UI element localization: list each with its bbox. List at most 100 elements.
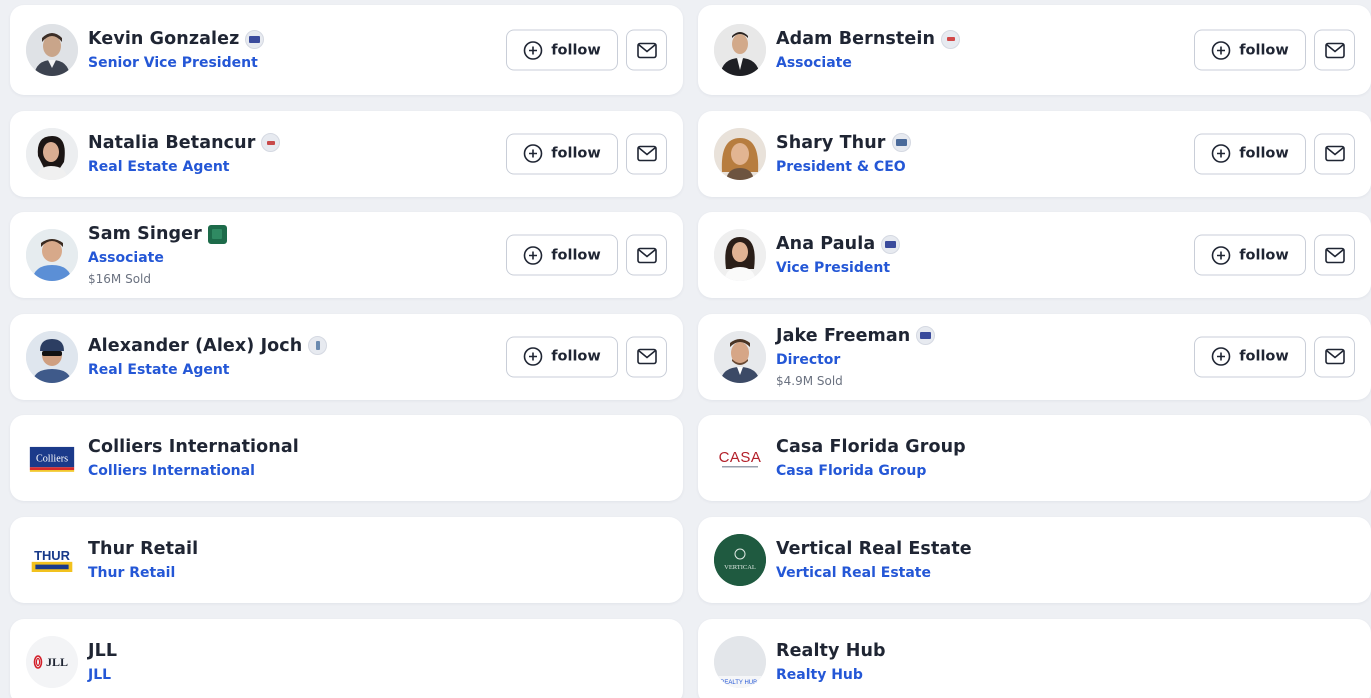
follow-button[interactable]: follow <box>506 133 618 175</box>
message-button[interactable] <box>626 133 667 175</box>
message-button[interactable] <box>626 336 667 378</box>
avatar[interactable] <box>26 127 78 180</box>
person-card[interactable]: Natalia Betancur Real Estate Agent follo… <box>10 110 683 197</box>
company-subtitle[interactable]: Vertical Real Estate <box>776 565 972 581</box>
person-card[interactable]: Alexander (Alex) Joch Real Estate Agent … <box>10 313 683 400</box>
person-title[interactable]: President & CEO <box>776 159 911 175</box>
company-subtitle[interactable]: JLL <box>88 667 117 683</box>
company-subtitle[interactable]: Realty Hub <box>776 667 886 683</box>
person-info: Kevin Gonzalez Senior Vice President <box>88 29 265 71</box>
mail-icon <box>1324 145 1345 162</box>
person-title[interactable]: Vice President <box>776 260 900 276</box>
avatar[interactable] <box>714 127 766 180</box>
avatar[interactable] <box>714 24 766 76</box>
follow-button[interactable]: follow <box>506 29 618 71</box>
card-actions: follow <box>506 29 667 71</box>
message-button[interactable] <box>1314 234 1355 276</box>
logo-text: Colliers <box>36 454 68 465</box>
person-card[interactable]: Shary Thur President & CEO follow <box>698 110 1371 197</box>
avatar[interactable] <box>26 229 78 282</box>
company-name[interactable]: Casa Florida Group <box>776 437 966 457</box>
follow-label: follow <box>1239 348 1289 365</box>
person-name[interactable]: Natalia Betancur <box>88 133 255 153</box>
jll-logo[interactable]: JLL <box>26 635 78 688</box>
brokerage-badge-icon <box>891 133 911 153</box>
person-title[interactable]: Associate <box>776 55 960 71</box>
person-card[interactable]: Jake Freeman Director $4.9M Sold follow <box>698 313 1371 400</box>
person-info: Natalia Betancur Real Estate Agent <box>88 133 281 175</box>
card-actions: follow <box>1194 234 1355 276</box>
logo-text: CASA <box>719 449 762 466</box>
person-name[interactable]: Jake Freeman <box>776 326 910 346</box>
directory-grid: Kevin Gonzalez Senior Vice President fol… <box>10 5 1371 698</box>
casa-florida-logo[interactable]: CASA <box>714 432 766 484</box>
avatar[interactable] <box>26 330 78 383</box>
company-info: JLL JLL <box>88 641 117 683</box>
message-button[interactable] <box>626 29 667 71</box>
person-title[interactable]: Associate <box>88 250 227 266</box>
avatar[interactable] <box>714 229 766 282</box>
follow-button[interactable]: follow <box>506 234 618 276</box>
person-title[interactable]: Director <box>776 352 935 368</box>
person-info: Ana Paula Vice President <box>776 234 901 276</box>
person-card[interactable]: Sam Singer Associate $16M Sold follow <box>10 212 683 299</box>
person-name[interactable]: Sam Singer <box>88 224 202 244</box>
follow-button[interactable]: follow <box>1194 133 1306 175</box>
mail-icon <box>636 348 657 365</box>
person-card[interactable]: Ana Paula Vice President follow <box>698 212 1371 299</box>
person-name[interactable]: Kevin Gonzalez <box>88 29 239 49</box>
card-actions: follow <box>506 133 667 175</box>
card-actions: follow <box>1194 133 1355 175</box>
company-name[interactable]: Realty Hub <box>776 641 886 661</box>
follow-button[interactable]: follow <box>1194 336 1306 378</box>
realty-hub-logo[interactable]: REALTY HUB <box>714 635 766 688</box>
company-card[interactable]: REALTY HUB Realty Hub Realty Hub <box>698 618 1371 698</box>
company-card[interactable]: Colliers Colliers International Colliers… <box>10 415 683 502</box>
company-card[interactable]: VERTICAL Vertical Real Estate Vertical R… <box>698 516 1371 603</box>
vertical-logo[interactable]: VERTICAL <box>714 533 766 586</box>
company-name[interactable]: Colliers International <box>88 437 299 457</box>
message-button[interactable] <box>626 234 667 276</box>
person-name[interactable]: Ana Paula <box>776 234 875 254</box>
company-card[interactable]: JLL JLL JLL <box>10 618 683 698</box>
person-card[interactable]: Adam Bernstein Associate follow <box>698 5 1371 95</box>
company-card[interactable]: THUR Thur Retail Thur Retail <box>10 516 683 603</box>
person-name[interactable]: Adam Bernstein <box>776 29 935 49</box>
follow-button[interactable]: follow <box>506 336 618 378</box>
message-button[interactable] <box>1314 133 1355 175</box>
colliers-logo[interactable]: Colliers <box>26 432 78 484</box>
brokerage-badge-icon <box>261 133 281 153</box>
person-name[interactable]: Alexander (Alex) Joch <box>88 336 302 356</box>
mail-icon <box>1324 42 1345 58</box>
company-subtitle[interactable]: Colliers International <box>88 463 299 479</box>
person-card[interactable]: Kevin Gonzalez Senior Vice President fol… <box>10 5 683 95</box>
follow-button[interactable]: follow <box>1194 29 1306 71</box>
company-name[interactable]: Vertical Real Estate <box>776 539 972 559</box>
avatar[interactable] <box>714 330 766 383</box>
avatar[interactable] <box>26 24 78 76</box>
company-card[interactable]: CASA Casa Florida Group Casa Florida Gro… <box>698 415 1371 502</box>
company-name[interactable]: Thur Retail <box>88 539 198 559</box>
person-info: Adam Bernstein Associate <box>776 29 961 71</box>
logo-text: REALTY HUB <box>720 680 757 686</box>
follow-button[interactable]: follow <box>1194 234 1306 276</box>
thur-retail-logo[interactable]: THUR <box>26 534 78 586</box>
brokerage-badge-icon <box>308 336 328 356</box>
message-button[interactable] <box>1314 336 1355 378</box>
company-subtitle[interactable]: Casa Florida Group <box>776 463 966 479</box>
person-title[interactable]: Real Estate Agent <box>88 159 280 175</box>
brokerage-badge-icon <box>881 234 901 254</box>
person-title[interactable]: Senior Vice President <box>88 55 264 71</box>
sold-volume: $4.9M Sold <box>776 373 843 388</box>
plus-circle-icon <box>1211 245 1231 265</box>
follow-label: follow <box>551 348 601 365</box>
company-info: Thur Retail Thur Retail <box>88 539 198 581</box>
person-title[interactable]: Real Estate Agent <box>88 362 327 378</box>
person-name[interactable]: Shary Thur <box>776 133 886 153</box>
company-subtitle[interactable]: Thur Retail <box>88 565 198 581</box>
company-name[interactable]: JLL <box>88 641 117 661</box>
message-button[interactable] <box>1314 29 1355 71</box>
follow-label: follow <box>551 145 601 162</box>
follow-label: follow <box>1239 42 1289 58</box>
plus-circle-icon <box>523 245 543 265</box>
